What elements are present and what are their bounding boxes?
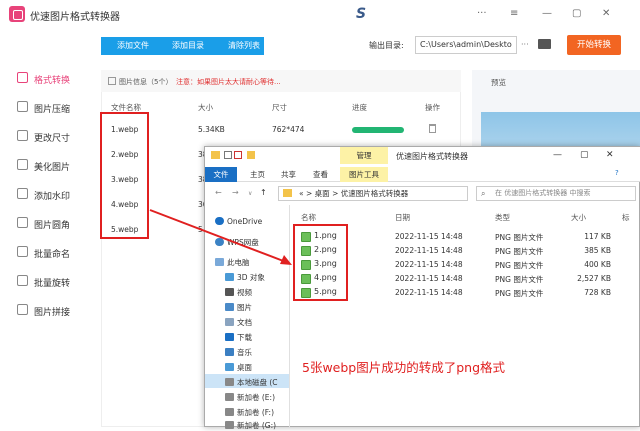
caption-text: 5张webp图片成功的转成了png格式 — [302, 360, 506, 375]
